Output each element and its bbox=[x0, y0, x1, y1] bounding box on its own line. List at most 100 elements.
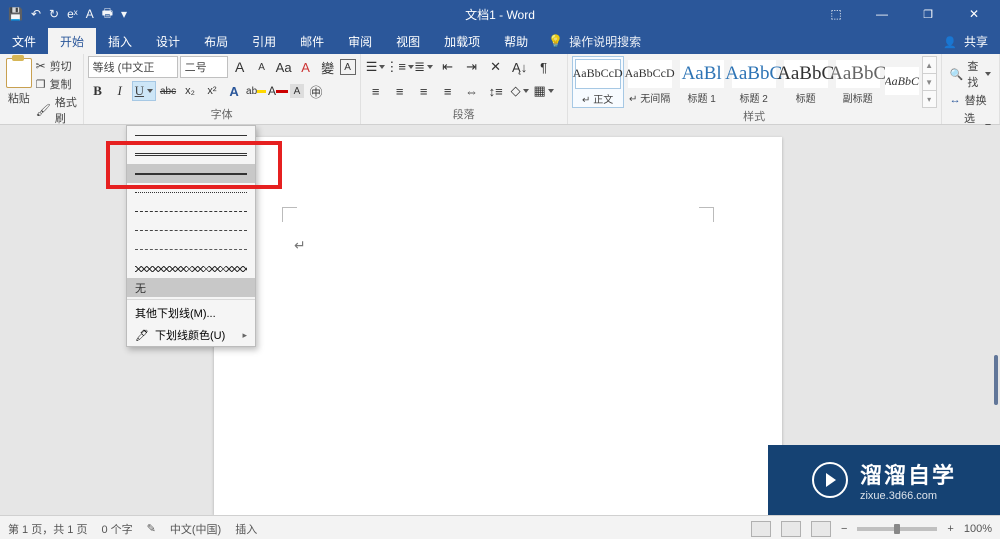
format-painter-button[interactable]: 格式刷 bbox=[36, 94, 79, 126]
change-case-button[interactable]: Aa bbox=[274, 57, 294, 77]
tab-references[interactable]: 引用 bbox=[240, 28, 288, 54]
borders-button[interactable]: ▦ bbox=[533, 81, 555, 101]
underline-color-button[interactable]: 下划线颜色(U) bbox=[127, 324, 255, 346]
cut-button[interactable]: 剪切 bbox=[36, 58, 79, 74]
tab-review[interactable]: 审阅 bbox=[336, 28, 384, 54]
tab-view[interactable]: 视图 bbox=[384, 28, 432, 54]
show-marks-button[interactable]: ¶ bbox=[533, 57, 555, 77]
replace-button[interactable]: 替换 bbox=[950, 92, 987, 108]
document-area[interactable]: ↵ 无 其他下划线(M)... 下划线颜色(U) 溜溜自学 zixue.3d66… bbox=[0, 125, 1000, 515]
export-icon[interactable]: eˣ bbox=[67, 7, 78, 21]
highlight-button[interactable]: ab bbox=[246, 81, 266, 101]
grow-font-button[interactable]: A bbox=[230, 57, 250, 77]
zoom-slider[interactable] bbox=[857, 527, 937, 531]
undo-icon[interactable]: ↶ bbox=[31, 7, 41, 21]
style-normal[interactable]: AaBbCcD ↵ 正文 bbox=[572, 56, 624, 108]
close-icon[interactable]: ✕ bbox=[960, 7, 988, 21]
font-color-button[interactable]: A bbox=[268, 81, 288, 101]
font-dialog-icon[interactable]: A bbox=[86, 7, 94, 21]
sort-button[interactable]: Ą↓ bbox=[509, 57, 531, 77]
style-no-spacing[interactable]: AaBbCcD ↵ 无间隔 bbox=[624, 56, 676, 108]
read-mode-icon[interactable] bbox=[751, 521, 771, 537]
underline-style-none[interactable]: 无 bbox=[127, 278, 255, 297]
bullets-button[interactable]: ☰ bbox=[365, 57, 387, 77]
style-more[interactable]: AaBbC bbox=[884, 56, 920, 108]
tab-mailings[interactable]: 邮件 bbox=[288, 28, 336, 54]
text-effects-button[interactable]: A bbox=[224, 81, 244, 101]
decrease-indent-button[interactable]: ⇤ bbox=[437, 57, 459, 77]
align-left-button[interactable]: ≡ bbox=[365, 81, 387, 101]
scrollbar-thumb[interactable] bbox=[994, 355, 998, 405]
strike-button[interactable]: abc bbox=[158, 81, 178, 101]
line-spacing-button[interactable]: ↕≡ bbox=[485, 81, 507, 101]
style-title[interactable]: AaBbC 标题 bbox=[780, 56, 832, 108]
numbering-button[interactable]: ⋮≡ bbox=[389, 57, 411, 77]
word-count[interactable]: 0 个字 bbox=[101, 521, 132, 537]
redo-icon[interactable]: ↻ bbox=[49, 7, 59, 21]
save-icon[interactable]: 💾 bbox=[8, 7, 23, 21]
clear-format-button[interactable]: A bbox=[296, 57, 316, 77]
ribbon-tabs: 文件 开始 插入 设计 布局 引用 邮件 审阅 视图 加载项 帮助 💡 操作说明… bbox=[0, 28, 1000, 54]
minimize-icon[interactable]: — bbox=[868, 7, 896, 21]
increase-indent-button[interactable]: ⇥ bbox=[461, 57, 483, 77]
ribbon-display-icon[interactable]: ⬚ bbox=[822, 7, 850, 21]
underline-more-button[interactable]: 其他下划线(M)... bbox=[127, 302, 255, 324]
underline-style-dot-dash[interactable] bbox=[127, 221, 255, 240]
style-subtitle[interactable]: AaBbC 副标题 bbox=[832, 56, 884, 108]
style-heading2[interactable]: AaBbC 标题 2 bbox=[728, 56, 780, 108]
replace-icon bbox=[950, 94, 961, 106]
underline-style-dot-dot-dash[interactable] bbox=[127, 240, 255, 259]
spellcheck-icon[interactable]: ✎ bbox=[147, 522, 156, 535]
underline-button[interactable]: U bbox=[132, 81, 156, 101]
style-heading1[interactable]: AaBl 标题 1 bbox=[676, 56, 728, 108]
print-layout-icon[interactable] bbox=[781, 521, 801, 537]
print-icon[interactable]: 🖶 bbox=[102, 4, 113, 25]
subscript-button[interactable]: x₂ bbox=[180, 81, 200, 101]
superscript-button[interactable]: x² bbox=[202, 81, 222, 101]
zoom-level[interactable]: 100% bbox=[964, 523, 992, 535]
tell-me-search[interactable]: 💡 操作说明搜索 bbox=[548, 28, 641, 54]
tab-home[interactable]: 开始 bbox=[48, 28, 96, 54]
justify-button[interactable]: ≡ bbox=[437, 81, 459, 101]
font-name-combo[interactable]: 等线 (中文正 bbox=[88, 56, 178, 78]
qat-more-icon[interactable]: ▾ bbox=[121, 7, 127, 21]
web-layout-icon[interactable] bbox=[811, 521, 831, 537]
font-size-combo[interactable]: 二号 bbox=[180, 56, 228, 78]
scroll-up-icon[interactable]: ▲ bbox=[923, 57, 936, 74]
scroll-expand-icon[interactable]: ▾ bbox=[923, 91, 936, 107]
multilevel-button[interactable]: ≣ bbox=[413, 57, 435, 77]
tab-design[interactable]: 设计 bbox=[144, 28, 192, 54]
tab-addins[interactable]: 加载项 bbox=[432, 28, 492, 54]
phonetic-button[interactable]: 變 bbox=[318, 57, 338, 77]
distribute-button[interactable]: ⇔ bbox=[461, 81, 483, 101]
paste-button[interactable]: 粘贴 bbox=[4, 56, 34, 106]
tab-insert[interactable]: 插入 bbox=[96, 28, 144, 54]
italic-button[interactable]: I bbox=[110, 81, 130, 101]
shading-button[interactable]: ◇ bbox=[509, 81, 531, 101]
page-count[interactable]: 第 1 页，共 1 页 bbox=[8, 521, 87, 537]
tab-file[interactable]: 文件 bbox=[0, 28, 48, 54]
bold-button[interactable]: B bbox=[88, 81, 108, 101]
tab-help[interactable]: 帮助 bbox=[492, 28, 540, 54]
zoom-out-button[interactable]: − bbox=[841, 523, 847, 535]
zoom-in-button[interactable]: + bbox=[947, 523, 953, 535]
language-status[interactable]: 中文(中国) bbox=[170, 521, 221, 537]
asian-layout-button[interactable]: ✕ bbox=[485, 57, 507, 77]
underline-style-dashed[interactable] bbox=[127, 202, 255, 221]
underline-style-wave[interactable] bbox=[127, 259, 255, 278]
insert-mode[interactable]: 插入 bbox=[235, 521, 257, 537]
style-gallery-scroll[interactable]: ▲ ▼ ▾ bbox=[922, 56, 937, 108]
copy-button[interactable]: 复制 bbox=[36, 76, 79, 92]
scroll-down-icon[interactable]: ▼ bbox=[923, 74, 936, 91]
page[interactable]: ↵ bbox=[214, 137, 782, 515]
shrink-font-button[interactable]: A bbox=[252, 57, 272, 77]
enclose-char-button[interactable]: ㊥ bbox=[306, 81, 326, 101]
align-right-button[interactable]: ≡ bbox=[413, 81, 435, 101]
restore-icon[interactable] bbox=[914, 7, 942, 21]
find-button[interactable]: 查找 bbox=[950, 58, 991, 90]
char-border-button[interactable]: A bbox=[340, 59, 356, 75]
char-shading-button[interactable]: A bbox=[290, 84, 304, 98]
align-center-button[interactable]: ≡ bbox=[389, 81, 411, 101]
share-button[interactable]: 共享 bbox=[943, 33, 988, 50]
tab-layout[interactable]: 布局 bbox=[192, 28, 240, 54]
